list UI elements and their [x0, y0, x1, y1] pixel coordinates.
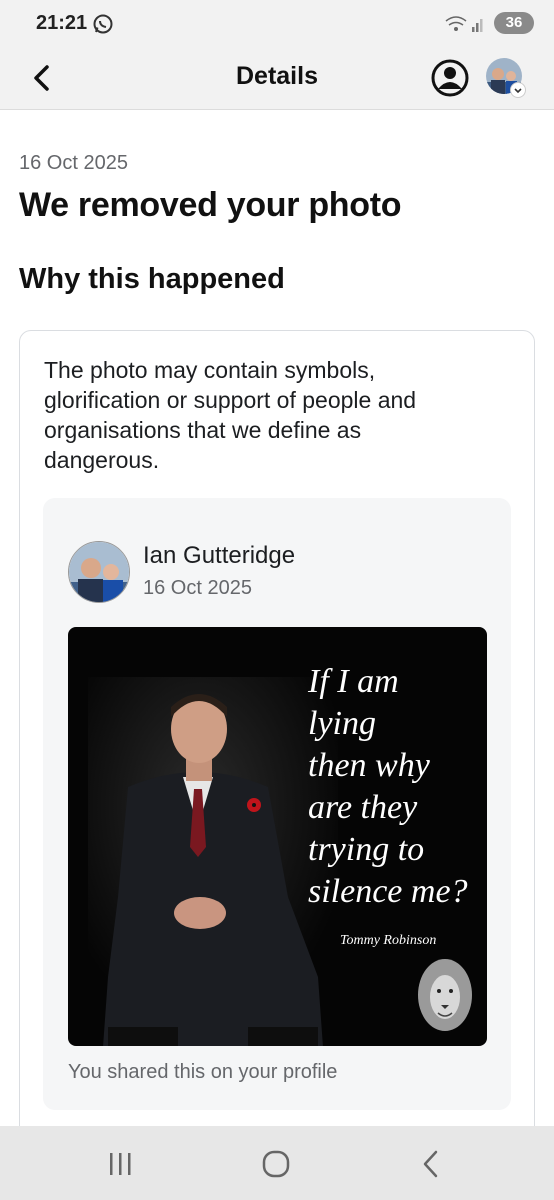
- quote-line: If I am: [308, 663, 399, 700]
- post-image[interactable]: If I am lying then why are they trying t…: [68, 627, 487, 1046]
- status-bar: 21:21 36: [0, 0, 554, 50]
- post-author-name[interactable]: Ian Gutteridge: [143, 542, 295, 570]
- lion-icon: [418, 959, 472, 1031]
- quote-line: are they: [308, 789, 418, 826]
- quote-line: lying: [308, 705, 376, 742]
- profile-button[interactable]: [430, 58, 470, 98]
- image-quote: If I am lying then why are they trying t…: [308, 661, 483, 913]
- account-avatar-button[interactable]: [484, 56, 528, 100]
- recents-icon: [110, 1153, 131, 1175]
- reason-card: The photo may contain symbols, glorifica…: [19, 330, 535, 1170]
- post-author-avatar[interactable]: [68, 541, 130, 603]
- profile-circle-icon: [431, 59, 469, 97]
- image-attribution: Tommy Robinson: [340, 933, 437, 948]
- page-title: Details: [236, 62, 318, 90]
- signal-icon: [444, 13, 488, 40]
- post-preview[interactable]: Ian Gutteridge 16 Oct 2025 If I am lying…: [43, 498, 511, 1110]
- section-title: Why this happened: [19, 263, 285, 295]
- quote-line: trying to: [308, 831, 425, 868]
- home-icon: [262, 1150, 290, 1178]
- header: Details: [0, 50, 554, 110]
- notice-date: 16 Oct 2025: [19, 152, 128, 174]
- battery-indicator: 36: [494, 12, 534, 34]
- post-date: 16 Oct 2025: [143, 577, 252, 599]
- system-nav-bar: [0, 1126, 554, 1200]
- recents-button[interactable]: [100, 1148, 140, 1180]
- whatsapp-icon: [92, 13, 114, 40]
- quote-line: then why: [308, 747, 430, 784]
- reason-text: The photo may contain symbols, glorifica…: [44, 357, 417, 473]
- notice-title: We removed your photo: [19, 186, 402, 224]
- quote-line: silence me?: [308, 873, 468, 910]
- shared-note: You shared this on your profile: [68, 1061, 338, 1083]
- back-icon: [423, 1150, 438, 1178]
- status-time: 21:21: [36, 12, 88, 34]
- system-back-button[interactable]: [412, 1148, 452, 1180]
- home-button[interactable]: [256, 1148, 296, 1180]
- chevron-down-icon: [510, 82, 526, 98]
- person-illustration: [88, 677, 338, 1046]
